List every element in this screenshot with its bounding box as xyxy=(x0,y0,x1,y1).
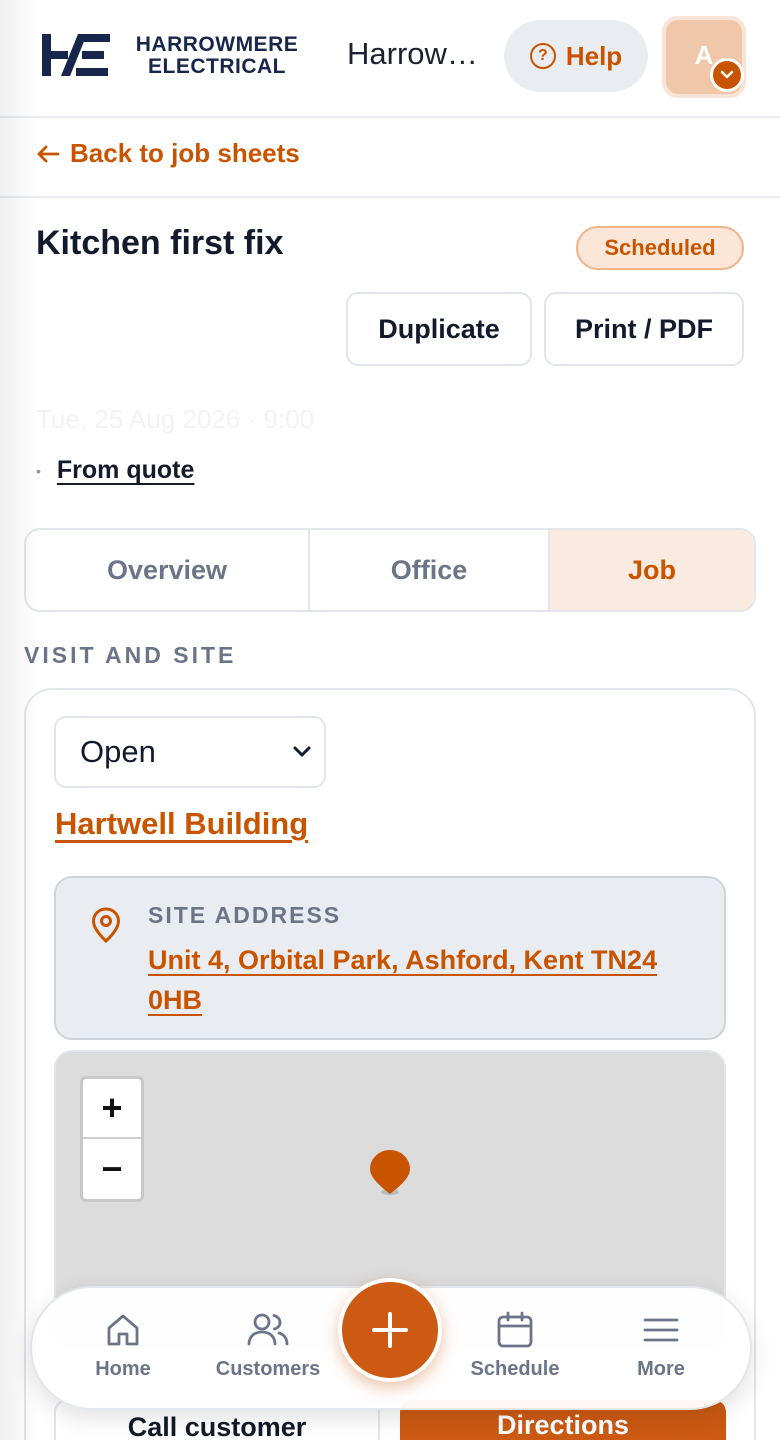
chevron-down-icon xyxy=(293,746,311,757)
nav-more-label: More xyxy=(637,1358,685,1380)
select-value: Open xyxy=(80,734,156,769)
chevron-down-icon xyxy=(710,58,744,92)
site-address-link[interactable]: Unit 4, Orbital Park, Ashford, Kent TN24… xyxy=(148,940,708,1020)
print-pdf-button[interactable]: Print / PDF xyxy=(544,292,744,366)
customer-link[interactable]: Hartwell Building xyxy=(55,806,308,842)
add-new-button[interactable] xyxy=(338,1278,442,1382)
zoom-in-button[interactable]: + xyxy=(83,1079,141,1139)
back-bar: Back to job sheets xyxy=(0,118,780,198)
logo-line-1: HARROWMERE xyxy=(135,33,299,56)
nav-schedule[interactable]: Schedule xyxy=(450,1310,580,1381)
nav-more[interactable]: More xyxy=(596,1310,726,1381)
map-marker-icon[interactable] xyxy=(368,1148,412,1198)
visit-status-select[interactable]: Open xyxy=(54,716,326,788)
source-row: • From quote xyxy=(36,456,194,485)
plus-icon xyxy=(372,1312,408,1348)
company-name: Harrowmere Electrical xyxy=(347,36,487,71)
user-avatar-button[interactable]: A xyxy=(662,16,746,98)
logo-mark-icon xyxy=(42,34,110,76)
menu-icon xyxy=(643,1318,679,1342)
nav-home-label: Home xyxy=(95,1358,151,1380)
site-address-box: SITE ADDRESS Unit 4, Orbital Park, Ashfo… xyxy=(54,876,726,1040)
company-logo[interactable]: HARROWMERE ELECTRICAL xyxy=(40,30,310,80)
nav-customers-label: Customers xyxy=(215,1358,321,1380)
duplicate-button[interactable]: Duplicate xyxy=(346,292,532,366)
nav-customers[interactable]: Customers xyxy=(203,1310,333,1381)
arrow-left-icon xyxy=(37,145,60,162)
users-icon xyxy=(247,1313,289,1346)
job-tabs: Overview Office Job xyxy=(24,528,756,612)
status-badge: Scheduled xyxy=(576,226,744,270)
logo-line-2: ELECTRICAL xyxy=(148,55,286,78)
tab-job[interactable]: Job xyxy=(550,530,754,610)
page-title: Kitchen first fix xyxy=(36,224,284,262)
back-label: Back to job sheets xyxy=(70,138,300,168)
home-icon xyxy=(107,1314,139,1346)
back-to-job-sheets-link[interactable]: Back to job sheets xyxy=(36,138,300,169)
question-circle-icon: ? xyxy=(529,43,556,69)
help-button[interactable]: ? Help xyxy=(504,20,648,92)
nav-home[interactable]: Home xyxy=(58,1310,188,1381)
map-zoom-control: + − xyxy=(80,1076,144,1202)
section-title-visit-and-site: VISIT AND SITE xyxy=(24,642,237,668)
from-quote-link[interactable]: From quote xyxy=(57,456,195,485)
app-header: HARROWMERE ELECTRICAL Harrowmere Electri… xyxy=(0,0,780,118)
calendar-icon xyxy=(497,1311,533,1348)
zoom-out-button[interactable]: − xyxy=(83,1139,141,1199)
nav-schedule-label: Schedule xyxy=(470,1358,560,1380)
job-date-line: Tue, 25 Aug 2026 · 9:00 xyxy=(36,404,315,434)
bullet-dot: • xyxy=(36,462,41,479)
tab-overview[interactable]: Overview xyxy=(26,530,310,610)
location-pin-icon xyxy=(91,907,121,943)
help-label: Help xyxy=(565,40,623,71)
tab-office[interactable]: Office xyxy=(310,530,550,610)
logo-wordmark: HARROWMERE ELECTRICAL xyxy=(122,34,312,78)
site-address-label: SITE ADDRESS xyxy=(148,902,342,928)
